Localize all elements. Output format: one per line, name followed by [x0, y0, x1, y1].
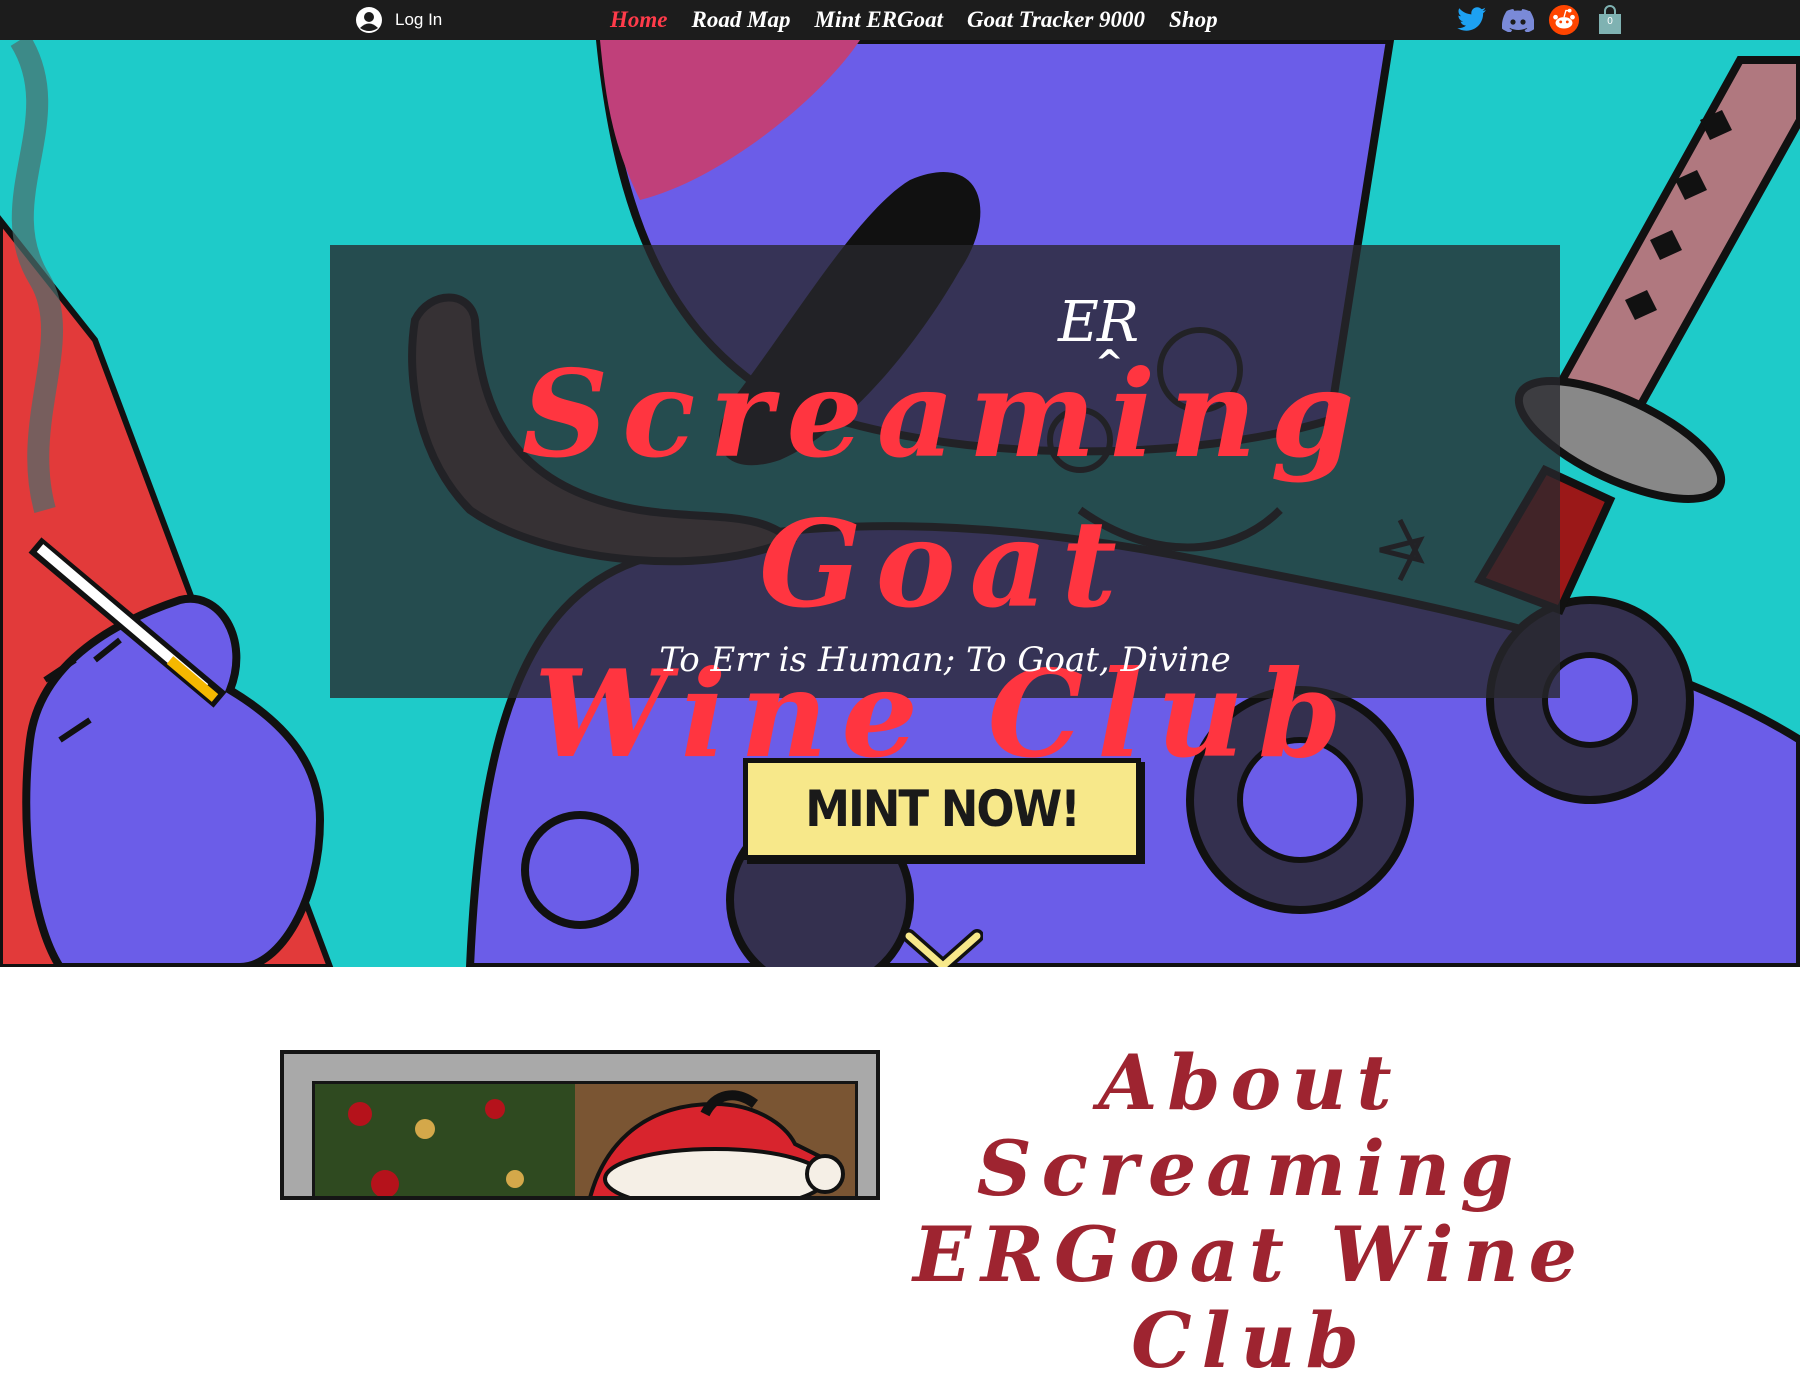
santa-goat-image: [280, 1050, 880, 1200]
hero-title: Screaming Goat Wine Club: [330, 340, 1560, 790]
nav-item-road-map[interactable]: Road Map: [692, 7, 791, 33]
main-menu: Home Road Map Mint ERGoat Goat Tracker 9…: [610, 0, 1218, 40]
mint-now-button[interactable]: MINT NOW!: [743, 758, 1141, 860]
hero-title-line-1: Screaming Goat: [521, 344, 1369, 635]
cart-button[interactable]: 0: [1594, 4, 1626, 36]
hero-section: ER ^ Screaming Goat Wine Club To Err is …: [0, 40, 1800, 967]
nav-item-goat-tracker[interactable]: Goat Tracker 9000: [967, 7, 1145, 33]
reddit-icon[interactable]: [1548, 4, 1580, 36]
shopping-bag-icon: 0: [1597, 5, 1623, 35]
discord-icon[interactable]: [1502, 4, 1534, 36]
twitter-icon[interactable]: [1456, 4, 1488, 36]
cart-count: 0: [1607, 16, 1613, 27]
login-label: Log In: [395, 10, 443, 29]
santa-goat-photo-frame: [312, 1081, 858, 1196]
chevron-down-icon[interactable]: [903, 928, 983, 967]
about-title: About Screaming ERGoat Wine Club: [900, 1040, 1600, 1384]
about-title-line-2: ERGoat Wine Club: [913, 1210, 1587, 1385]
mint-now-label: MINT NOW!: [805, 780, 1081, 838]
login-button[interactable]: Log In: [355, 5, 442, 35]
social-bar: 0: [1456, 2, 1626, 38]
hero-tagline: To Err is Human; To Goat, Divine: [659, 640, 1231, 680]
nav-item-home[interactable]: Home: [610, 7, 668, 33]
about-title-line-1: About Screaming: [976, 1038, 1524, 1213]
top-navigation-bar: Log In Home Road Map Mint ERGoat Goat Tr…: [0, 0, 1800, 40]
user-avatar-icon: [356, 7, 382, 33]
nav-item-mint-ergoat[interactable]: Mint ERGoat: [815, 7, 943, 33]
nav-item-shop[interactable]: Shop: [1169, 7, 1218, 33]
